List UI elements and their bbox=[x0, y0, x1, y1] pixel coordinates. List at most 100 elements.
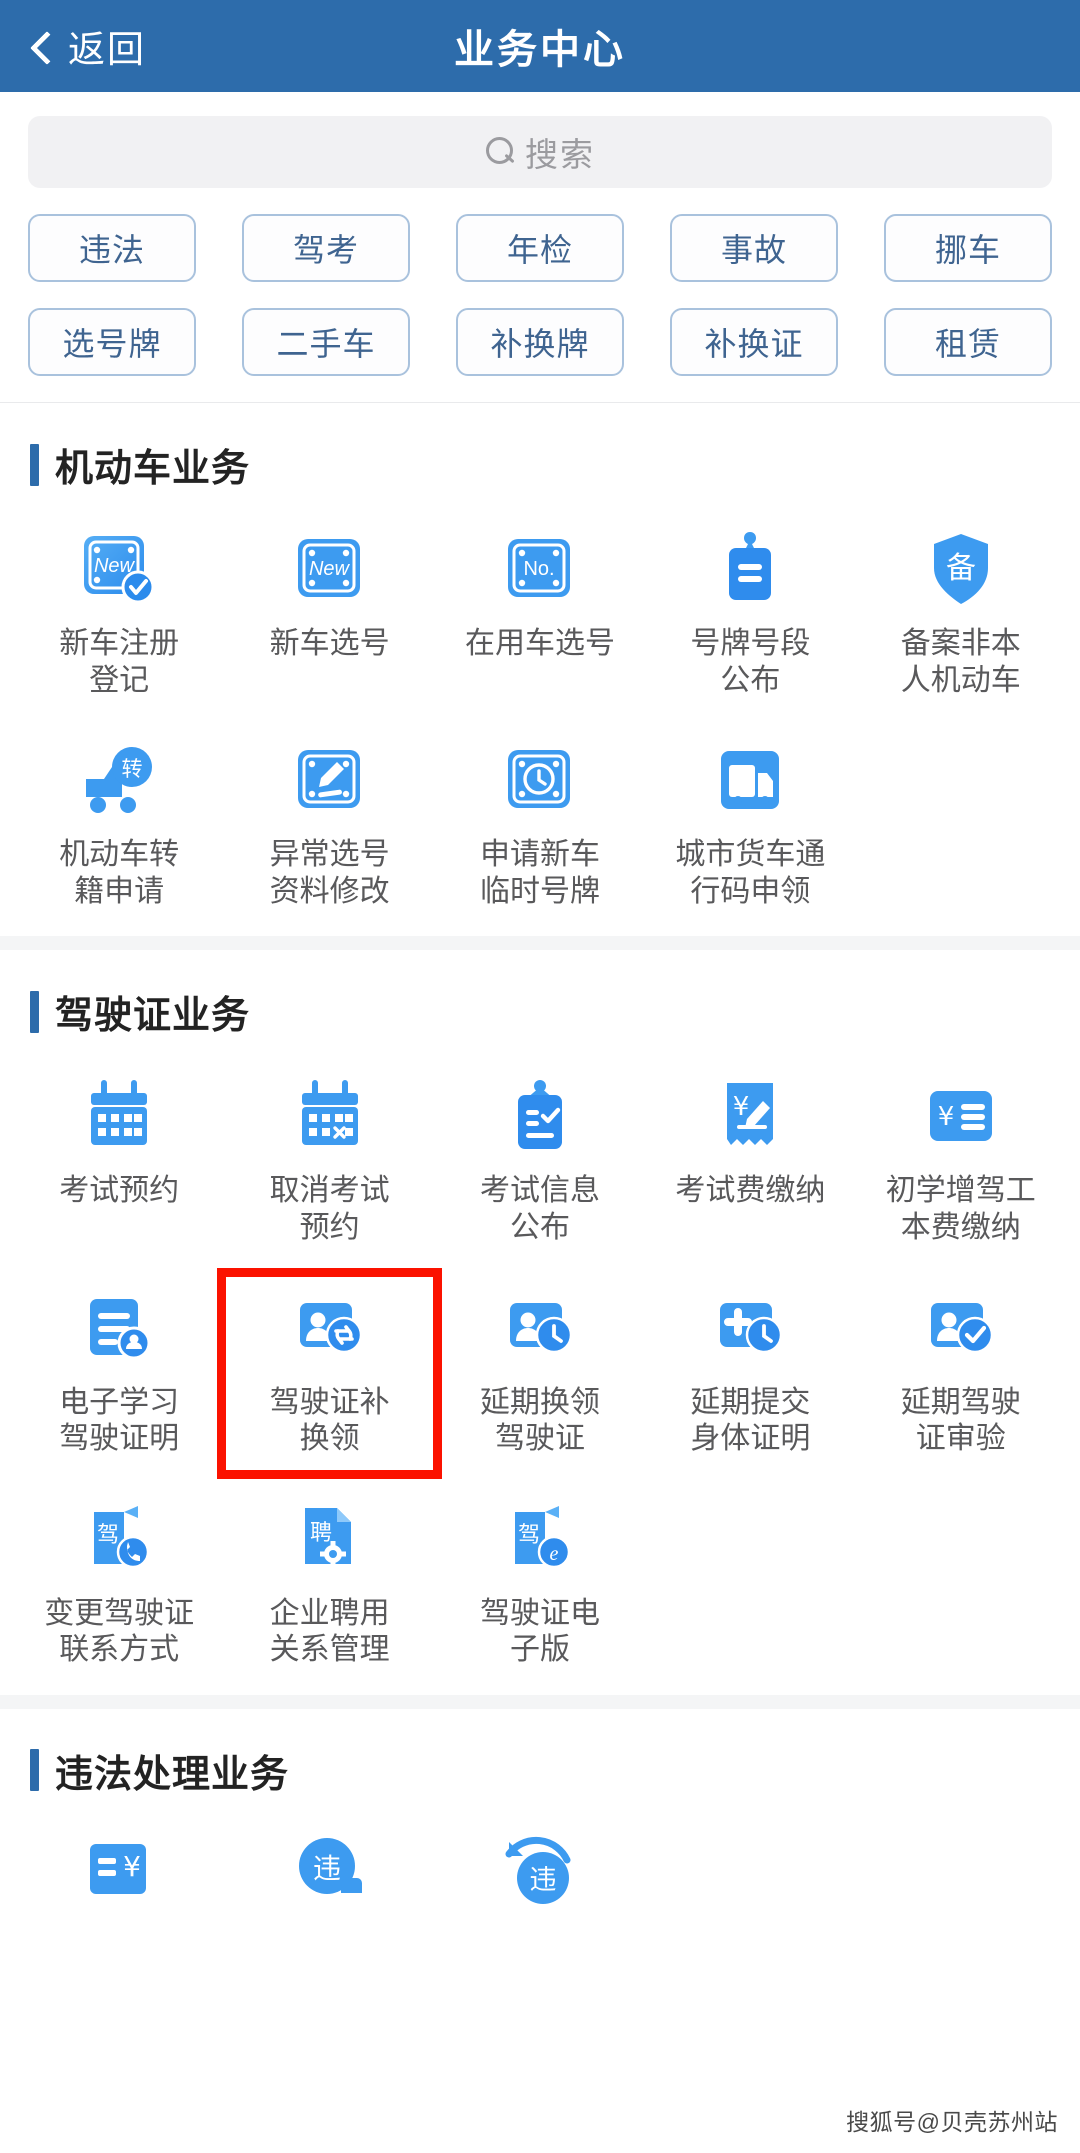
tile-label: 新车选号 bbox=[269, 627, 390, 660]
tile-vehicle-transfer-apply[interactable]: 转 机动车转 籍申请 bbox=[14, 727, 224, 924]
plate-new-check-icon: New bbox=[76, 526, 162, 612]
tile-city-truck-pass-code[interactable]: 城市货车通 行码申领 bbox=[645, 727, 855, 924]
tile-label: 在用车选号 bbox=[464, 627, 615, 660]
tile-new-car-registration[interactable]: New 新车注册 登记 bbox=[14, 516, 224, 713]
quick-tag-nianjian[interactable]: 年检 bbox=[456, 214, 624, 282]
vehicle-service-grid: New 新车注册 登记 New 新车选号 No. 在用车选号 号牌号段 公布 备… bbox=[0, 502, 1080, 924]
wei-arrow-icon: 违 bbox=[497, 1832, 583, 1918]
cargo-truck-icon bbox=[707, 737, 793, 823]
plate-no-icon: No. bbox=[497, 526, 583, 612]
section-header-violation: 违法处理业务 bbox=[0, 1709, 1080, 1808]
quick-tag-zulin[interactable]: 租赁 bbox=[884, 308, 1052, 376]
quick-tag-shigu[interactable]: 事故 bbox=[670, 214, 838, 282]
clipboard-check-icon bbox=[497, 1073, 583, 1159]
svg-text:备: 备 bbox=[946, 551, 976, 586]
svg-text:No.: No. bbox=[523, 558, 554, 580]
tile-enterprise-employment-mgmt[interactable]: 聘 企业聘用 关系管理 bbox=[224, 1486, 434, 1683]
back-button[interactable]: 返回 bbox=[28, 19, 146, 73]
tile-label: 异常选号 资料修改 bbox=[269, 838, 390, 908]
wei-balloon-icon: 违 bbox=[287, 1832, 373, 1918]
section-accent-bar bbox=[30, 1749, 39, 1792]
quick-tag-nuoche[interactable]: 挪车 bbox=[884, 214, 1052, 282]
tile-cancel-exam-appointment[interactable]: 取消考试 预约 bbox=[224, 1063, 434, 1260]
tile-temp-plate-apply[interactable]: 申请新车 临时号牌 bbox=[435, 727, 645, 924]
tile-record-nonowner-vehicle[interactable]: 备 备案非本 人机动车 bbox=[856, 516, 1066, 713]
quick-tag-buhuanzheng[interactable]: 补换证 bbox=[670, 308, 838, 376]
tile-violation-fine[interactable]: ¥ bbox=[14, 1822, 224, 1946]
tile-label: 驾驶证电 子版 bbox=[479, 1596, 600, 1667]
license-service-grid: 考试预约 取消考试 预约 考试信息 公布 ¥ 考试费缴纳 ¥ 初学增驾工 本费缴… bbox=[0, 1049, 1080, 1683]
plate-new-icon: New bbox=[287, 526, 373, 612]
tag-board-icon bbox=[707, 526, 793, 612]
tile-new-car-plate-select[interactable]: New 新车选号 bbox=[224, 516, 434, 713]
chevron-left-icon bbox=[28, 33, 54, 59]
section-violation: 违法处理业务 ¥ 违 违 bbox=[0, 1708, 1080, 1958]
search-input[interactable]: 搜索 bbox=[28, 116, 1052, 188]
quick-tag-jiakao[interactable]: 驾考 bbox=[242, 214, 410, 282]
pin-gear-icon: 聘 bbox=[287, 1496, 373, 1582]
quick-tag-buhuanpai[interactable]: 补换牌 bbox=[456, 308, 624, 376]
tile-label: 延期提交 身体证明 bbox=[690, 1385, 811, 1456]
tile-label: 初学增驾工 本费缴纳 bbox=[885, 1174, 1036, 1244]
tile-license-replace-renew[interactable]: 驾驶证补 换领 bbox=[217, 1267, 442, 1479]
section-title-violation: 违法处理业务 bbox=[55, 1753, 290, 1796]
svg-text:¥: ¥ bbox=[938, 1102, 955, 1132]
tile-violation-report[interactable]: 违 bbox=[224, 1822, 434, 1946]
section-divider bbox=[0, 1694, 1080, 1709]
tile-label: 企业聘用 关系管理 bbox=[269, 1596, 390, 1667]
section-title-vehicle: 机动车业务 bbox=[55, 448, 251, 490]
tile-label: 考试信息 公布 bbox=[479, 1174, 600, 1244]
tile-label: 号牌号段 公布 bbox=[690, 627, 811, 697]
section-accent-bar bbox=[30, 443, 39, 486]
tile-electronic-learning-proof[interactable]: 电子学习 驾驶证明 bbox=[14, 1275, 224, 1472]
tile-exam-fee-payment[interactable]: ¥ 考试费缴纳 bbox=[645, 1063, 855, 1260]
page-title: 业务中心 bbox=[454, 28, 626, 72]
plate-clock-icon bbox=[497, 737, 583, 823]
tile-initial-upgrade-fee[interactable]: ¥ 初学增驾工 本费缴纳 bbox=[856, 1063, 1066, 1260]
section-header-license: 驾驶证业务 bbox=[0, 950, 1080, 1049]
svg-text:e: e bbox=[550, 1543, 559, 1565]
tile-label: 延期驾驶 证审验 bbox=[900, 1385, 1021, 1456]
tile-exam-info-publish[interactable]: 考试信息 公布 bbox=[435, 1063, 645, 1260]
tile-delayed-license-renew[interactable]: 延期换领 驾驶证 bbox=[435, 1275, 645, 1472]
document-stamp-icon bbox=[76, 1285, 162, 1371]
quick-tag-row-2: 选号牌 二手车 补换牌 补换证 租赁 bbox=[28, 308, 1052, 376]
tile-delayed-medical-proof[interactable]: 延期提交 身体证明 bbox=[645, 1275, 855, 1472]
search-and-tags-panel: 搜索 违法 驾考 年检 事故 挪车 选号牌 二手车 补换牌 补换证 租赁 bbox=[0, 92, 1080, 403]
tile-delayed-license-review[interactable]: 延期驾驶 证审验 bbox=[856, 1275, 1066, 1472]
plate-pencil-icon bbox=[287, 737, 373, 823]
tile-plate-range-publish[interactable]: 号牌号段 公布 bbox=[645, 516, 855, 713]
truck-zhuan-icon: 转 bbox=[76, 737, 162, 823]
quick-tag-row-1: 违法 驾考 年检 事故 挪车 bbox=[28, 214, 1052, 282]
section-header-vehicle: 机动车业务 bbox=[0, 403, 1080, 502]
plus-clock-icon bbox=[707, 1285, 793, 1371]
watermark: 搜狐号@贝壳苏州站 bbox=[846, 2109, 1058, 2135]
svg-text:违: 违 bbox=[313, 1852, 341, 1885]
receipt-yuan-pen-icon: ¥ bbox=[707, 1073, 793, 1159]
section-divider bbox=[0, 936, 1080, 951]
tile-violation-appeal[interactable]: 违 bbox=[435, 1822, 645, 1946]
quick-tag-weifa[interactable]: 违法 bbox=[28, 214, 196, 282]
section-vehicle: 机动车业务 New 新车注册 登记 New 新车选号 No. 在用车选号 号牌号… bbox=[0, 403, 1080, 937]
tile-label: 新车注册 登记 bbox=[59, 627, 180, 697]
svg-text:¥: ¥ bbox=[733, 1092, 750, 1122]
app-header: 返回 业务中心 bbox=[0, 0, 1080, 92]
violation-service-grid: ¥ 违 违 bbox=[0, 1808, 1080, 1946]
shield-bei-icon: 备 bbox=[918, 526, 1004, 612]
fine-yuan-icon: ¥ bbox=[76, 1832, 162, 1918]
calendar-icon bbox=[76, 1073, 162, 1159]
tile-label: 驾驶证补 换领 bbox=[269, 1385, 390, 1456]
svg-text:驾: 驾 bbox=[518, 1523, 540, 1548]
tile-exam-appointment[interactable]: 考试预约 bbox=[14, 1063, 224, 1260]
quick-tag-xuanhaopai[interactable]: 选号牌 bbox=[28, 308, 196, 376]
tile-inuse-car-plate-select[interactable]: No. 在用车选号 bbox=[435, 516, 645, 713]
license-e-icon: 驾 e bbox=[497, 1496, 583, 1582]
section-license: 驾驶证业务 考试预约 取消考试 预约 考试信息 公布 ¥ 考试费缴纳 ¥ 初学增… bbox=[0, 950, 1080, 1695]
tile-change-license-contact[interactable]: 驾 变更驾驶证 联系方式 bbox=[14, 1486, 224, 1683]
tile-electronic-license[interactable]: 驾 e 驾驶证电 子版 bbox=[435, 1486, 645, 1683]
id-check-icon bbox=[918, 1285, 1004, 1371]
tile-label: 备案非本 人机动车 bbox=[900, 627, 1021, 697]
quick-tag-ershouche[interactable]: 二手车 bbox=[242, 308, 410, 376]
svg-text:驾: 驾 bbox=[97, 1523, 119, 1548]
tile-abnormal-plate-data-edit[interactable]: 异常选号 资料修改 bbox=[224, 727, 434, 924]
